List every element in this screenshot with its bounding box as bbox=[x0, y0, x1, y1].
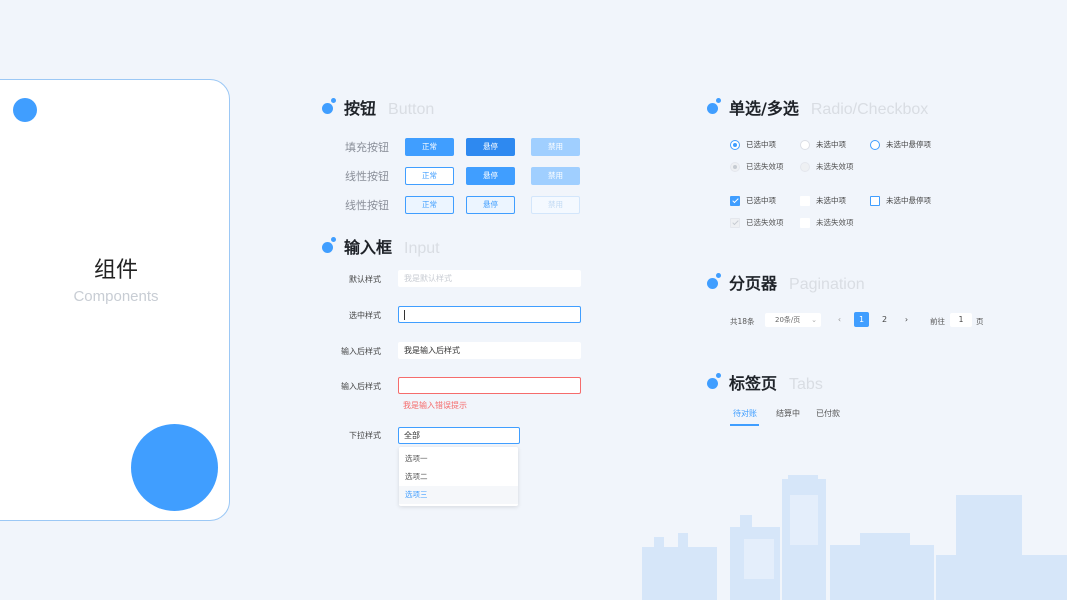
section-title: 输入框 bbox=[344, 238, 393, 257]
row-label-outline-plain: 线性按钮 bbox=[345, 199, 389, 212]
card-title: 组件 bbox=[93, 258, 138, 283]
radio-checked-disabled: 已选失效项 bbox=[730, 161, 784, 172]
radio-unchecked[interactable]: 未选中项 bbox=[800, 139, 846, 150]
section-title: 分页器 bbox=[729, 274, 778, 293]
radio-unchecked-hover[interactable]: 未选中悬停项 bbox=[870, 139, 931, 150]
checkbox-icon bbox=[800, 195, 810, 206]
checkbox-unchecked-hover[interactable]: 未选中悬停项 bbox=[870, 195, 931, 206]
plain-button-normal[interactable]: 正常 bbox=[405, 196, 454, 214]
section-header-tabs: 标签页 Tabs bbox=[707, 370, 823, 394]
next-page-icon[interactable]: › bbox=[899, 312, 914, 327]
fill-button-disabled: 禁用 bbox=[531, 138, 580, 156]
radio-unchecked-disabled: 未选失效项 bbox=[800, 161, 854, 172]
text-caret bbox=[404, 309, 405, 320]
checkbox-checked[interactable]: 已选中项 bbox=[730, 195, 776, 206]
checkbox-checked-disabled: 已选失效项 bbox=[730, 217, 784, 228]
goto-page-input[interactable]: 1 bbox=[950, 313, 972, 327]
section-subtitle: Input bbox=[404, 240, 440, 257]
section-subtitle: Button bbox=[388, 101, 435, 118]
tab-pending[interactable]: 待对账 bbox=[733, 408, 757, 419]
section-header-radio: 单选/多选 Radio/Checkbox bbox=[707, 95, 928, 119]
dropdown-select[interactable]: 全部 bbox=[398, 427, 520, 444]
radio-icon bbox=[730, 139, 740, 150]
radio-checked[interactable]: 已选中项 bbox=[730, 139, 776, 150]
section-subtitle: Tabs bbox=[789, 376, 823, 393]
error-message: 我是输入错误提示 bbox=[403, 401, 467, 410]
outline-button-hover[interactable]: 悬停 bbox=[466, 167, 515, 185]
checkbox-icon bbox=[730, 217, 740, 228]
page-size-value: 20条/页 bbox=[775, 316, 801, 324]
plain-button-hover[interactable]: 悬停 bbox=[466, 196, 515, 214]
section-marker-icon bbox=[707, 373, 721, 389]
default-input[interactable]: 我是默认样式 bbox=[398, 270, 581, 287]
section-subtitle: Radio/Checkbox bbox=[810, 101, 929, 118]
radio-icon bbox=[870, 139, 880, 150]
focused-input[interactable] bbox=[398, 306, 581, 323]
section-marker-icon bbox=[322, 237, 336, 253]
row-label-outline: 线性按钮 bbox=[345, 170, 389, 183]
dropdown-option[interactable]: 选项二 bbox=[399, 468, 518, 486]
dropdown-option[interactable]: 选项一 bbox=[399, 450, 518, 468]
pagination-total: 共18条 bbox=[730, 317, 755, 326]
section-header-input: 输入框 Input bbox=[322, 234, 440, 258]
radio-icon bbox=[800, 161, 810, 172]
section-marker-icon bbox=[707, 273, 721, 289]
chevron-down-icon: ⌄ bbox=[811, 316, 817, 324]
section-title: 单选/多选 bbox=[729, 99, 799, 118]
section-header-pagination: 分页器 Pagination bbox=[707, 270, 865, 294]
checkbox-icon bbox=[730, 195, 740, 206]
skyline-illustration bbox=[642, 475, 1067, 600]
goto-label: 前往 bbox=[930, 317, 945, 326]
page-number[interactable]: 2 bbox=[877, 312, 892, 327]
section-header-button: 按钮 Button bbox=[322, 95, 434, 119]
section-subtitle: Pagination bbox=[789, 276, 865, 293]
filled-input[interactable]: 我是输入后样式 bbox=[398, 342, 581, 359]
decor-dot-large bbox=[131, 424, 218, 511]
plain-button-disabled: 禁用 bbox=[531, 196, 580, 214]
dropdown-option-selected[interactable]: 选项三 bbox=[399, 486, 518, 504]
row-label-fill: 填充按钮 bbox=[345, 141, 389, 154]
checkbox-icon bbox=[870, 195, 880, 206]
fill-button-hover[interactable]: 悬停 bbox=[466, 138, 515, 156]
tab-paid[interactable]: 已付款 bbox=[816, 408, 840, 419]
error-input[interactable] bbox=[398, 377, 581, 394]
outline-button-disabled: 禁用 bbox=[531, 167, 580, 185]
checkbox-icon bbox=[800, 217, 810, 228]
filled-input-label: 输入后样式 bbox=[341, 347, 381, 356]
decor-dot-small bbox=[13, 98, 37, 122]
radio-icon bbox=[730, 161, 740, 172]
section-marker-icon bbox=[707, 98, 721, 114]
checkbox-unchecked[interactable]: 未选中项 bbox=[800, 195, 846, 206]
prev-page-icon[interactable]: ‹ bbox=[832, 312, 847, 327]
outline-button-normal[interactable]: 正常 bbox=[405, 167, 454, 185]
tab-settling[interactable]: 结算中 bbox=[776, 408, 800, 419]
section-title: 标签页 bbox=[729, 374, 778, 393]
components-card: 组件 Components bbox=[0, 79, 230, 521]
page-number-active[interactable]: 1 bbox=[854, 312, 869, 327]
card-subtitle: Components bbox=[73, 288, 159, 305]
section-marker-icon bbox=[322, 98, 336, 114]
dropdown-label: 下拉样式 bbox=[349, 431, 381, 440]
page-unit-label: 页 bbox=[976, 317, 984, 326]
page-size-select[interactable]: 20条/页 ⌄ bbox=[765, 313, 821, 327]
tab-active-indicator bbox=[730, 424, 759, 426]
section-title: 按钮 bbox=[344, 99, 377, 118]
error-input-label: 输入后样式 bbox=[341, 382, 381, 391]
radio-icon bbox=[800, 139, 810, 150]
dropdown-menu: 选项一 选项二 选项三 bbox=[399, 447, 518, 506]
checkbox-unchecked-disabled: 未选失效项 bbox=[800, 217, 854, 228]
default-input-label: 默认样式 bbox=[349, 275, 381, 284]
fill-button-normal[interactable]: 正常 bbox=[405, 138, 454, 156]
focus-input-label: 选中样式 bbox=[349, 311, 381, 320]
